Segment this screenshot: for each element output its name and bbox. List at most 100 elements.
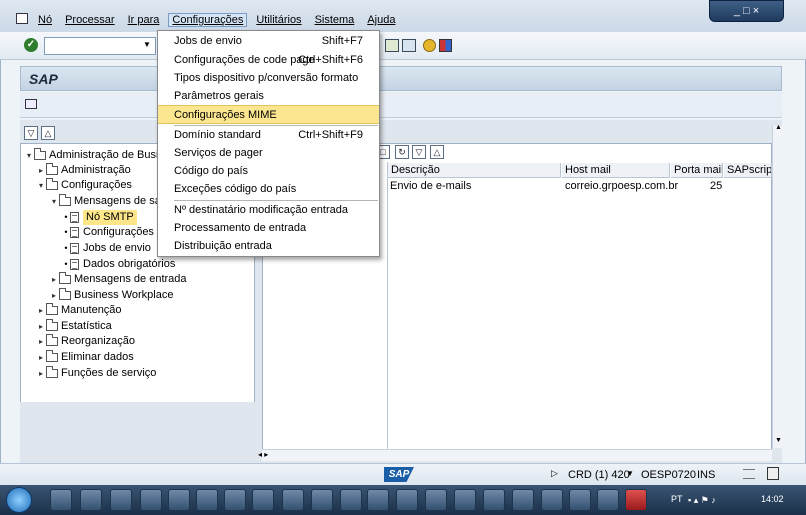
menu-item-jobs-envio[interactable]: Jobs de envio Shift+F7 [158,32,379,51]
collapsed-triangle-icon[interactable]: ▸ [36,350,46,365]
taskbar-app-icon[interactable] [196,489,218,511]
menu-utilitarios[interactable]: Utilitários [256,14,301,26]
taskbar-app-icon[interactable] [224,489,246,511]
collapse-icon[interactable]: △ [41,126,55,140]
enter-checkmark-icon[interactable]: ✓ [24,38,38,52]
toolbar-icon-a[interactable] [385,39,399,52]
menu-item-distribuicao-entrada[interactable]: Distribuição entrada [158,237,379,256]
tree-item-estatistica[interactable]: ▸ Estatística [36,319,112,334]
expanded-triangle-icon[interactable]: ▾ [24,148,34,163]
tree-item-administracao[interactable]: ▸ Administração [36,163,131,178]
menu-item-codigo-pais[interactable]: Código do país [158,162,379,181]
collapsed-triangle-icon[interactable]: ▸ [36,319,46,334]
menu-item-excecoes-codigo-pais[interactable]: Exceções código do país [158,180,379,199]
scroll-left-icon[interactable]: ◂ ▸ [258,450,268,459]
tree-item-business-workplace[interactable]: ▸ Business Workplace [49,288,173,303]
display-table-icon[interactable] [25,99,37,109]
lock-icon[interactable] [767,467,779,480]
taskbar-app-icon[interactable] [367,489,389,511]
tree-item-manutencao[interactable]: ▸ Manutenção [36,303,122,318]
expanded-triangle-icon[interactable]: ▾ [49,194,59,209]
tree-item-jobs-envio[interactable]: • Jobs de envio [62,241,151,256]
menu-configuracoes[interactable]: Configurações [168,13,248,27]
toolbar-icon-b[interactable] [402,39,416,52]
help-icon[interactable] [423,39,436,52]
column-header-sapscript[interactable]: SAPscrip... [724,163,772,178]
tree-item-configuracoes[interactable]: ▾ Configurações [36,178,132,193]
menu-item-code-page[interactable]: Configurações de code page Ctrl+Shift+F6 [158,51,379,70]
menu-item-tipos-dispositivo[interactable]: Tipos dispositivo p/conversão formato [158,69,379,88]
menu-ajuda[interactable]: Ajuda [367,14,395,26]
expanded-triangle-icon[interactable]: ▾ [36,178,46,193]
taskbar-app-icon[interactable] [168,489,190,511]
tree-item-reorganizacao[interactable]: ▸ Reorganização [36,334,135,349]
taskbar-app-icon[interactable] [396,489,418,511]
taskbar-app-icon[interactable] [252,489,274,511]
tree-item-dados-obrigatorios[interactable]: • Dados obrigatórios [62,257,175,272]
collapse-all-icon[interactable]: △ [430,145,444,159]
taskbar-app-icon[interactable] [340,489,362,511]
taskbar-app-icon[interactable] [50,489,72,511]
tree-item-no-smtp[interactable]: • Nó SMTP [62,210,137,225]
menu-item-processamento-entrada[interactable]: Processamento de entrada [158,219,379,238]
clock[interactable]: 14:02 [761,494,784,504]
collapsed-triangle-icon[interactable]: ▸ [36,366,46,381]
menu-item-parametros-gerais[interactable]: Parâmetros gerais [158,87,379,106]
command-field[interactable] [44,37,156,55]
collapsed-triangle-icon[interactable]: ▸ [49,288,59,303]
tree-item-mensagens-entrada[interactable]: ▸ Mensagens de entrada [49,272,187,287]
collapsed-triangle-icon[interactable]: ▸ [36,334,46,349]
tree-item-root[interactable]: ▾ Administração de Busines [24,148,176,163]
collapsed-triangle-icon[interactable]: ▸ [49,272,59,287]
cell-descricao[interactable]: Envio de e-mails [390,179,471,193]
expand-all-icon[interactable]: ▽ [412,145,426,159]
taskbar-app-icon[interactable] [569,489,591,511]
taskbar-app-icon[interactable] [311,489,333,511]
refresh-icon[interactable]: ↻ [395,145,409,159]
expand-icon[interactable]: ▽ [24,126,38,140]
tree-item-configuracoes-smtp[interactable]: • Configurações [62,225,154,240]
tray-icons[interactable]: ▪ ▴ ⚑ ♪ [688,495,738,505]
windows-start-icon[interactable] [6,487,32,513]
menu-item-configuracoes-mime[interactable]: Configurações MIME [158,105,379,124]
taskbar-app-icon[interactable] [425,489,447,511]
tree-item-eliminar-dados[interactable]: ▸ Eliminar dados [36,350,134,365]
collapsed-triangle-icon[interactable]: ▸ [36,163,46,178]
collapsed-triangle-icon[interactable]: ▸ [36,303,46,318]
ie-icon[interactable] [110,489,132,511]
menu-icon[interactable] [16,13,28,24]
menu-item-dominio-standard[interactable]: Domínio standard Ctrl+Shift+F9 [158,126,379,145]
menu-sistema[interactable]: Sistema [315,14,355,26]
taskbar-app-icon[interactable] [282,489,304,511]
scroll-down-icon[interactable]: ▼ [775,437,782,444]
layout-icon[interactable] [439,39,452,52]
tree-item-funcoes-servico[interactable]: ▸ Funções de serviço [36,366,156,381]
status-expand-icon[interactable]: ▷ [551,468,558,479]
menu-item-destinatario-modificacao[interactable]: Nº destinatário modificação entrada [158,201,379,220]
command-field-dropdown-icon[interactable]: ▼ [143,40,151,49]
menu-processar[interactable]: Processar [65,14,115,26]
system-dropdown-icon[interactable]: ▼ [626,469,634,478]
window-controls[interactable]: _ □ × [709,0,784,22]
taskbar-app-icon[interactable] [454,489,476,511]
taskbar-app-icon[interactable] [541,489,563,511]
status-system[interactable]: CRD (1) 420 [568,469,630,481]
menu-item-servicos-pager[interactable]: Serviços de pager [158,144,379,163]
taskbar-app-icon[interactable] [483,489,505,511]
taskbar-app-icon[interactable] [512,489,534,511]
horizontal-scrollbar[interactable] [262,449,772,461]
language-indicator[interactable]: PT [671,494,683,504]
vertical-scrollbar[interactable] [772,126,783,448]
pdf-icon[interactable] [625,489,647,511]
scroll-up-icon[interactable]: ▲ [775,124,782,131]
menu-ir-para[interactable]: Ir para [128,14,160,26]
column-header-descricao[interactable]: Descrição [388,163,561,178]
menu-no[interactable]: Nó [38,14,52,26]
column-header-host-mail[interactable]: Host mail [562,163,670,178]
taskbar-app-icon[interactable] [597,489,619,511]
taskbar-app-icon[interactable] [80,489,102,511]
status-layout-icon[interactable] [743,469,755,479]
column-header-porta-mail[interactable]: Porta mail [671,163,723,178]
taskbar-app-icon[interactable] [140,489,162,511]
cell-porta-mail[interactable]: 25 [710,179,722,193]
